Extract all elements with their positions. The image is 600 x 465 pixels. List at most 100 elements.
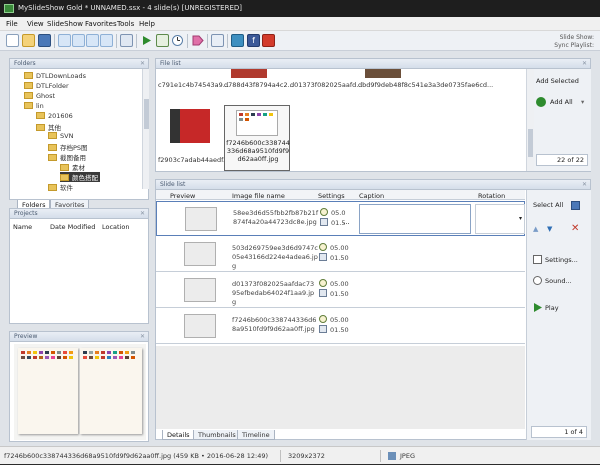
layout-icon[interactable] <box>211 34 224 47</box>
open-icon[interactable] <box>22 34 35 47</box>
slide-thumbnail <box>184 242 216 266</box>
file-item-caption[interactable]: f2903c7adab44aedf... <box>158 156 229 164</box>
tree-item[interactable]: DTLFolder <box>24 82 69 90</box>
add-all-button[interactable]: Add All <box>550 98 573 106</box>
column-location[interactable]: Location <box>102 223 130 231</box>
tree-item[interactable]: 201606 <box>36 112 73 120</box>
rotation-select[interactable]: ▾ <box>475 204 525 234</box>
menu-slideshow[interactable]: SlideShow <box>47 20 83 28</box>
slide-transition[interactable]: 01.50 <box>330 254 349 262</box>
clock-icon[interactable] <box>171 34 184 47</box>
registration-icon[interactable] <box>262 34 275 47</box>
scrollbar-thumb[interactable] <box>144 99 149 129</box>
save-icon[interactable] <box>38 34 51 47</box>
column-date-modified[interactable]: Date Modified <box>50 223 95 231</box>
folder-icon <box>24 102 33 109</box>
file-item-caption[interactable]: d01373f082025aafd... <box>290 81 362 89</box>
view-projects-icon[interactable] <box>100 34 113 47</box>
vertical-scrollbar[interactable] <box>142 69 149 189</box>
file-thumbnail[interactable] <box>170 109 210 143</box>
chevron-down-icon[interactable]: ▾ <box>581 98 584 106</box>
tree-item-selected[interactable]: 颜色搭配 <box>60 172 100 182</box>
tree-item[interactable]: DTLDownLoads <box>24 72 86 80</box>
slide-list-side-panel: Select All ▲ ▼ ✕ Settings... Sound... Pl… <box>526 190 591 440</box>
file-item-selected[interactable]: f7246b600c338744336d68a9510fd9f9d62aa0ff… <box>224 105 290 171</box>
chevron-down-icon: ▾ <box>518 215 522 222</box>
column-preview[interactable]: Preview <box>170 192 195 200</box>
settings-icon[interactable] <box>533 255 542 264</box>
tree-item[interactable]: 截图备用 <box>48 152 86 162</box>
tab-thumbnails[interactable]: Thumbnails <box>193 430 241 440</box>
monitor-icon[interactable] <box>120 34 133 47</box>
file-thumbnail[interactable] <box>365 69 401 78</box>
file-item-caption[interactable]: e3a3de0735fae6cd... <box>424 81 493 89</box>
file-item-caption[interactable]: d788d43f8794a4c2... <box>224 81 294 89</box>
sound-icon[interactable] <box>533 276 542 285</box>
table-row[interactable]: d01373f082025aafdac7395efbedab64024f1aa9… <box>156 273 525 308</box>
new-icon[interactable] <box>6 34 19 47</box>
tree-item[interactable]: 存档PS图 <box>48 142 88 152</box>
close-icon[interactable]: ✕ <box>582 180 587 190</box>
sound-button[interactable]: Sound... <box>545 277 572 285</box>
move-down-icon[interactable]: ▼ <box>547 225 552 233</box>
file-item-caption[interactable]: c791e1c4b74543a9... <box>158 81 229 89</box>
column-rotation[interactable]: Rotation <box>478 192 505 200</box>
more-settings-button[interactable]: ... <box>343 218 350 226</box>
slide-duration[interactable]: 05.0 <box>331 209 345 217</box>
close-icon[interactable]: ✕ <box>140 332 145 342</box>
vertical-scrollbar[interactable] <box>526 69 534 171</box>
tree-item[interactable]: 其他 <box>36 122 61 132</box>
close-icon[interactable]: ✕ <box>140 209 145 219</box>
menu-tools[interactable]: Tools <box>117 20 134 28</box>
edit-icon[interactable] <box>571 201 580 210</box>
view-preview-icon[interactable] <box>86 34 99 47</box>
delete-icon[interactable]: ✕ <box>571 223 579 234</box>
play-button[interactable]: Play <box>545 304 559 312</box>
table-row[interactable]: f7246b600c338744336d68a9510fd9f9d62aa0ff… <box>156 309 525 344</box>
close-icon[interactable]: ✕ <box>140 59 145 69</box>
column-settings[interactable]: Settings <box>318 192 345 200</box>
caption-input[interactable] <box>359 204 471 234</box>
tag-icon[interactable] <box>191 34 204 47</box>
close-icon[interactable]: ✕ <box>582 59 587 69</box>
play-icon[interactable] <box>140 34 153 47</box>
select-all-button[interactable]: Select All <box>533 201 563 209</box>
slide-transition[interactable]: 01.50 <box>330 290 349 298</box>
tab-timeline[interactable]: Timeline <box>237 430 275 440</box>
slide-transition[interactable]: 01.50 <box>330 326 349 334</box>
view-thumbnails-icon[interactable] <box>72 34 85 47</box>
menu-file[interactable]: File <box>6 20 18 28</box>
transition-icon <box>320 218 328 226</box>
menu-view[interactable]: View <box>27 20 44 28</box>
home-icon[interactable] <box>231 34 244 47</box>
move-up-icon[interactable]: ▲ <box>533 225 538 233</box>
column-caption[interactable]: Caption <box>359 192 384 200</box>
tree-item[interactable]: SVN <box>48 132 73 140</box>
column-name[interactable]: Name <box>13 223 32 231</box>
preview-panel-title: Preview <box>14 333 38 340</box>
scrollbar-thumb[interactable] <box>528 129 533 157</box>
add-all-icon[interactable] <box>536 97 546 107</box>
preview-slideshow-icon[interactable] <box>156 34 169 47</box>
slide-duration[interactable]: 05.00 <box>330 280 349 288</box>
view-details-icon[interactable] <box>58 34 71 47</box>
table-row[interactable]: 503d269759ee3d6d9747c05e43166d224e4adea6… <box>156 237 525 272</box>
file-item-caption[interactable]: dbd9f9deb48f8c541... <box>358 81 430 89</box>
add-selected-button[interactable]: Add Selected <box>536 77 579 85</box>
tree-item-label: 存档PS图 <box>60 144 88 152</box>
column-image-file-name[interactable]: Image file name <box>232 192 285 200</box>
tree-item[interactable]: 软件 <box>48 182 73 192</box>
table-row[interactable]: 58ee3d6d55fbb2fb87b21f874f4a20a44723dc8e… <box>156 201 525 236</box>
file-thumbnail[interactable] <box>231 69 267 78</box>
menu-favorites[interactable]: Favorites <box>85 20 117 28</box>
menu-help[interactable]: Help <box>139 20 155 28</box>
facebook-icon[interactable]: f <box>247 34 260 47</box>
tab-details[interactable]: Details <box>162 430 195 440</box>
slide-duration[interactable]: 05.00 <box>330 316 349 324</box>
tree-item[interactable]: lin <box>24 102 44 110</box>
slide-duration[interactable]: 05.00 <box>330 244 349 252</box>
tree-item[interactable]: Ghost <box>24 92 55 100</box>
play-icon[interactable] <box>533 303 542 314</box>
tree-item[interactable]: 素材 <box>60 162 85 172</box>
settings-button[interactable]: Settings... <box>545 256 578 264</box>
